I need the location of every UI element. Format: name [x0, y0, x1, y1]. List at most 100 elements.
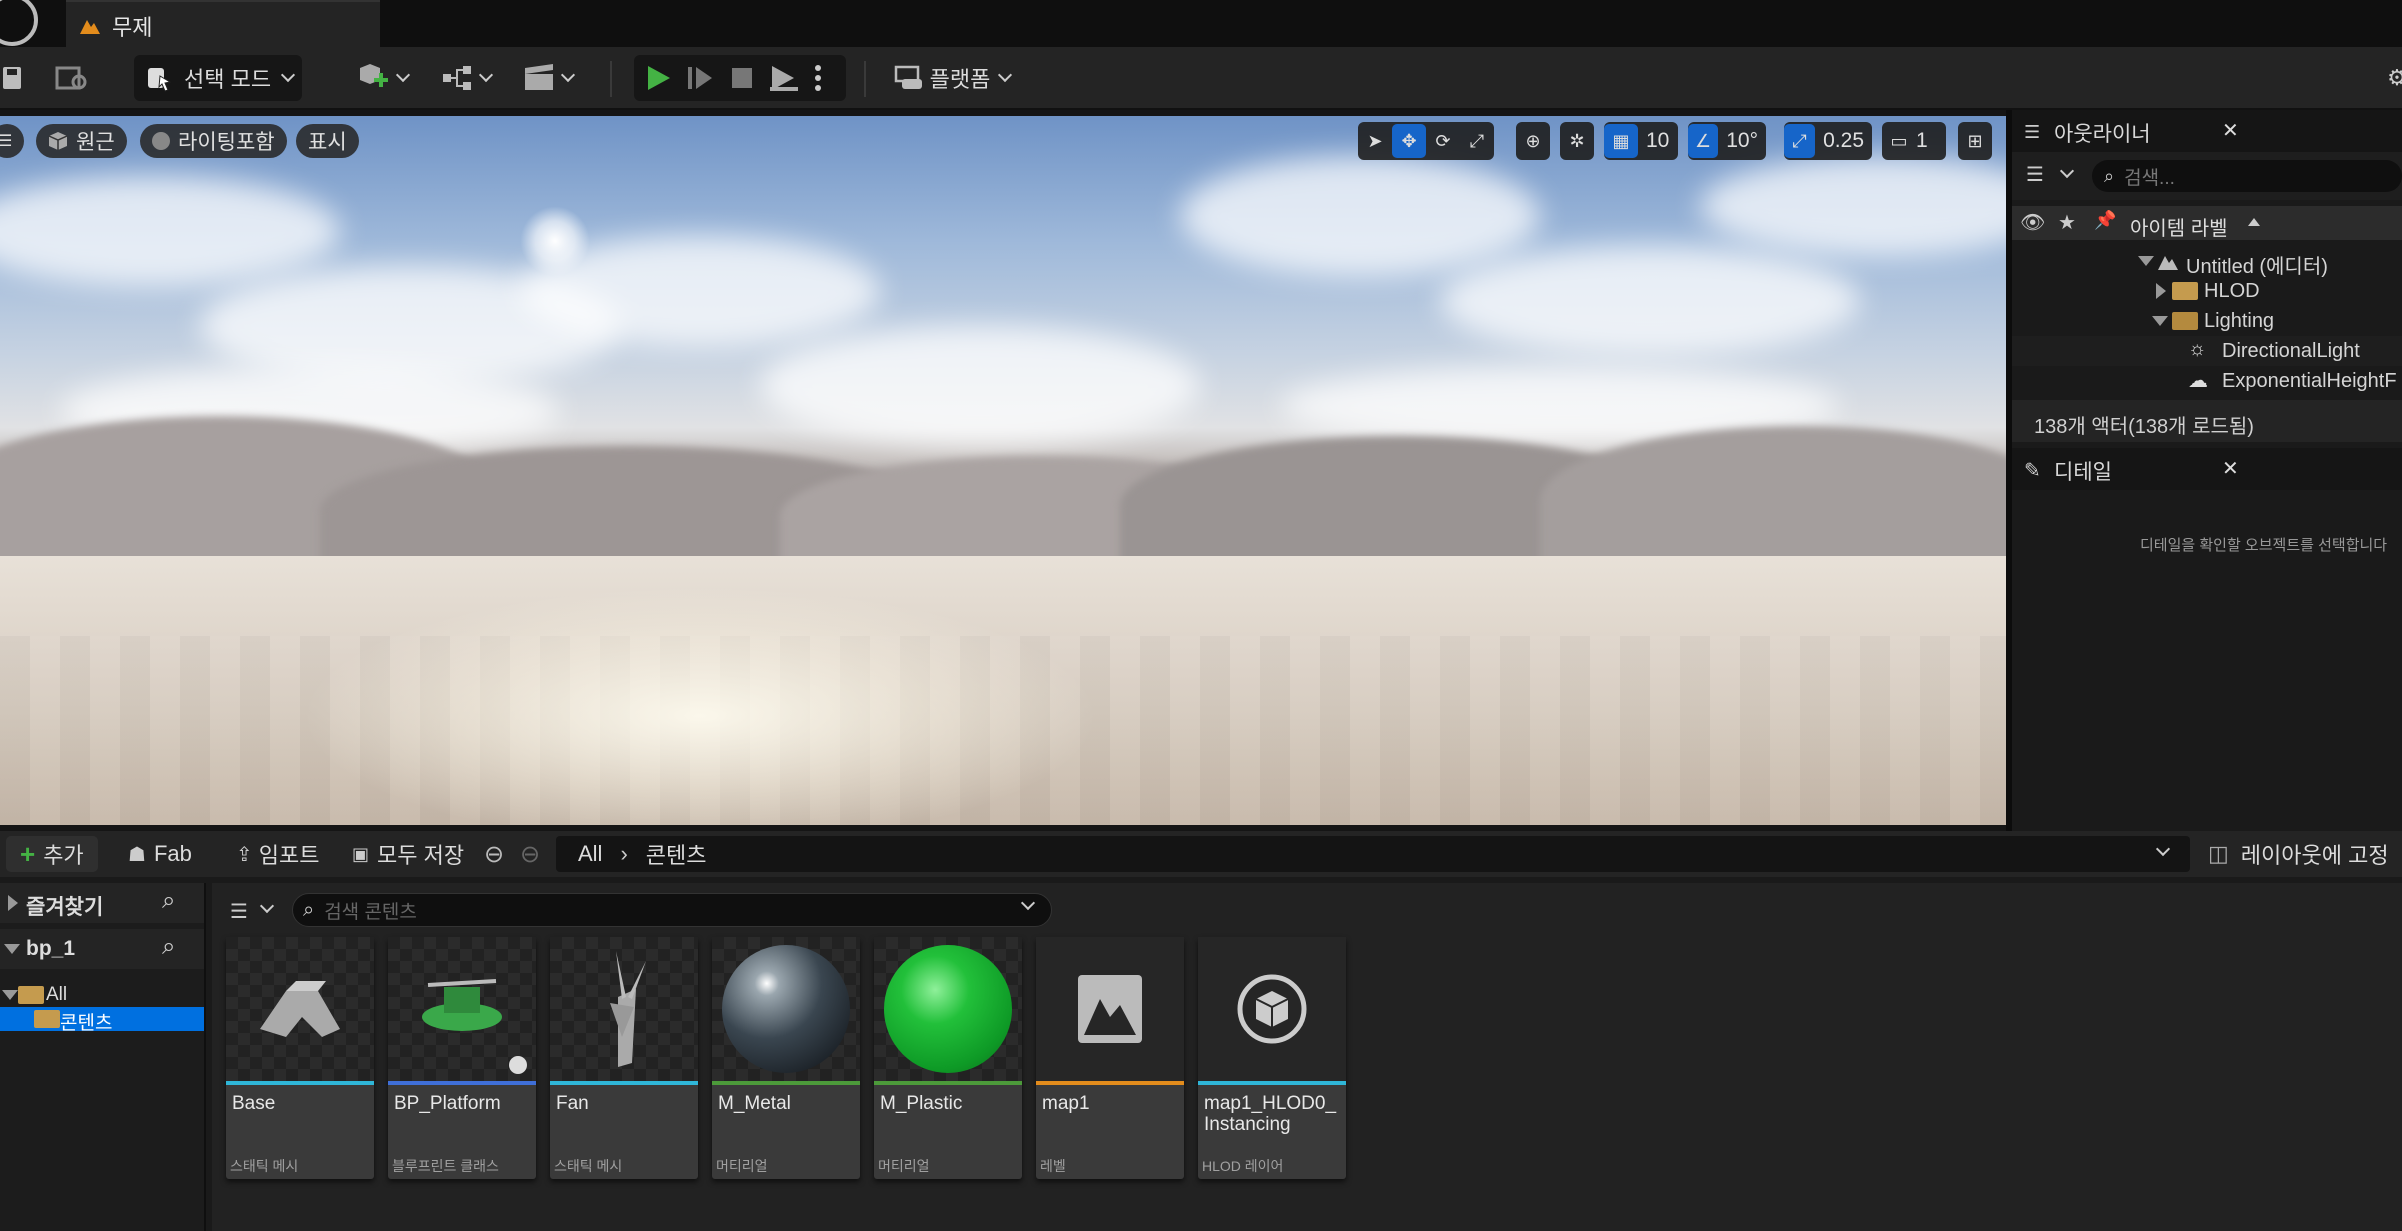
level-viewport[interactable]: [0, 116, 2006, 825]
outliner-toolbar: ☰ ⌕ 검색...: [2012, 152, 2402, 200]
back-icon[interactable]: ⊖: [484, 840, 504, 869]
blueprint-thumbnail: [388, 937, 536, 1081]
grid-snap-control[interactable]: ▦ 10: [1604, 122, 1678, 160]
plus-icon: +: [20, 838, 36, 869]
surface-snap-icon[interactable]: ✲: [1560, 122, 1594, 160]
scale-snap-control[interactable]: ⤢ 0.25: [1784, 122, 1872, 160]
filter-icon[interactable]: ☰: [230, 899, 248, 924]
asset-tile[interactable]: Base 스태틱 메시: [226, 937, 374, 1179]
close-icon[interactable]: ✕: [2222, 118, 2239, 143]
asset-tile[interactable]: map1_HLOD0_ Instancing HLOD 레이어: [1198, 937, 1346, 1179]
pin-icon[interactable]: 📌: [2094, 210, 2116, 231]
fab-button[interactable]: ☗ Fab: [128, 836, 192, 872]
level-icon: [80, 20, 100, 34]
favorites-header[interactable]: 즐겨찾기 ⌕: [0, 883, 204, 923]
camera-speed-control[interactable]: ▭ 1: [1882, 122, 1946, 160]
grid-snap-value: 10: [1646, 129, 1670, 152]
forward-icon[interactable]: ⊖: [520, 840, 540, 869]
add-button[interactable]: + 추가: [6, 836, 98, 872]
outliner-row[interactable]: ☁ ExponentialHeightF: [2012, 366, 2402, 396]
asset-type-bar: [874, 1081, 1022, 1085]
layout-icon[interactable]: ⊞: [1958, 122, 1992, 160]
more-options-icon[interactable]: [814, 64, 822, 92]
outliner-row[interactable]: Untitled (에디터): [2012, 246, 2402, 278]
add-actor-button[interactable]: [352, 57, 412, 99]
details-title: 디테일: [2054, 461, 2112, 484]
dock-in-layout-button[interactable]: ◫ 레이아웃에 고정: [2208, 836, 2389, 872]
outliner-row[interactable]: ☼ DirectionalLight: [2012, 336, 2402, 366]
asset-type-bar: [388, 1081, 536, 1085]
outliner-search-placeholder: 검색...: [2124, 167, 2175, 189]
asset-tile[interactable]: Fan 스태틱 메시: [550, 937, 698, 1179]
actor-count: 138개 액터(138개 로드됨): [2034, 416, 2254, 438]
blueprint-button[interactable]: [436, 57, 496, 99]
asset-tile[interactable]: M_Metal 머티리얼: [712, 937, 860, 1179]
cinematics-button[interactable]: [518, 57, 578, 99]
outliner-row[interactable]: HLOD: [2012, 276, 2402, 306]
breadcrumb-item[interactable]: 콘텐츠: [646, 838, 707, 870]
content-browser-toolbar: + 추가 ☗ Fab ⇪ 임포트 ▣ 모두 저장 ⊖ ⊖ All › 콘텐츠 ◫…: [0, 831, 2402, 877]
outliner-search-input[interactable]: ⌕ 검색...: [2092, 160, 2402, 192]
save-icon: ▣: [352, 843, 370, 864]
lighting-button[interactable]: 라이팅포함: [140, 124, 287, 158]
show-button[interactable]: 표시: [296, 124, 359, 158]
content-search-input[interactable]: ⌕ 검색 콘텐츠: [292, 893, 1052, 927]
outliner-title: 아웃라이너: [2054, 123, 2151, 146]
save-all-button[interactable]: ▣ 모두 저장: [352, 836, 464, 872]
advance-frame-icon[interactable]: [686, 64, 716, 92]
eject-icon[interactable]: [768, 64, 800, 92]
world-space-icon[interactable]: ⊕: [1516, 122, 1550, 160]
breadcrumb: All › 콘텐츠: [556, 836, 2190, 872]
sources-panel: 즐겨찾기 ⌕ bp_1 ⌕ All 콘텐츠: [0, 883, 206, 1231]
search-icon: ⌕: [303, 898, 315, 921]
search-icon[interactable]: ⌕: [162, 887, 175, 915]
tree-item-all[interactable]: All: [0, 983, 204, 1007]
breadcrumb-item[interactable]: All: [578, 841, 602, 867]
filter-icon[interactable]: ☰: [2026, 162, 2044, 187]
rotate-tool-icon[interactable]: ⟳: [1426, 124, 1460, 158]
chevron-down-icon[interactable]: [2155, 841, 2171, 857]
chevron-down-icon[interactable]: [259, 898, 275, 914]
perspective-button[interactable]: 원근: [36, 124, 127, 158]
browse-icon[interactable]: [52, 57, 92, 99]
save-icon[interactable]: [0, 57, 26, 99]
outliner-header: ☰ 아웃라이너 ✕: [2012, 110, 2402, 152]
chevron-down-icon[interactable]: [1020, 895, 1036, 911]
angle-snap-control[interactable]: ∠ 10°: [1688, 122, 1766, 160]
visibility-icon[interactable]: 👁: [2020, 210, 2045, 235]
select-tool-icon[interactable]: ➤: [1358, 124, 1392, 158]
cube-icon: [1237, 974, 1307, 1044]
open-folder-icon: [34, 1010, 60, 1028]
asset-tile[interactable]: BP_Platform 블루프린트 클래스: [388, 937, 536, 1179]
import-button[interactable]: ⇪ 임포트: [236, 836, 320, 872]
panel-splitter[interactable]: [2006, 110, 2012, 831]
cube-icon: [48, 132, 68, 150]
close-icon[interactable]: ✕: [2222, 456, 2239, 481]
asset-tile[interactable]: map1 레벨: [1036, 937, 1184, 1179]
angle-snap-value: 10°: [1726, 129, 1758, 152]
translate-tool-icon[interactable]: ✥: [1392, 124, 1426, 158]
stop-icon[interactable]: [730, 66, 754, 90]
column-label[interactable]: 아이템 라벨: [2130, 212, 2228, 241]
unreal-logo-icon[interactable]: [0, 0, 38, 46]
level-tab[interactable]: 무제: [66, 0, 380, 47]
mode-selector[interactable]: 선택 모드: [134, 55, 302, 101]
asset-tile[interactable]: M_Plastic 머티리얼: [874, 937, 1022, 1179]
search-icon[interactable]: ⌕: [162, 933, 175, 961]
star-icon[interactable]: ★: [2058, 210, 2076, 235]
chevron-right-icon[interactable]: ›: [620, 841, 627, 867]
static-mesh-thumbnail: [226, 937, 374, 1081]
dock-icon: ◫: [2208, 841, 2229, 866]
platform-button[interactable]: 플랫폼: [890, 57, 1014, 99]
scale-tool-icon[interactable]: ⤢: [1460, 124, 1494, 158]
chevron-down-icon[interactable]: [2059, 163, 2075, 179]
fab-icon: ☗: [128, 843, 146, 866]
settings-icon[interactable]: ⚙: [2387, 57, 2402, 99]
platform-label: 플랫폼: [929, 67, 991, 92]
material-thumbnail: [874, 937, 1022, 1081]
tree-item-content[interactable]: 콘텐츠: [0, 1007, 204, 1034]
play-icon[interactable]: [646, 64, 672, 92]
level-icon: [2158, 256, 2178, 270]
project-header[interactable]: bp_1 ⌕: [0, 929, 204, 969]
outliner-row[interactable]: Lighting: [2012, 306, 2402, 336]
